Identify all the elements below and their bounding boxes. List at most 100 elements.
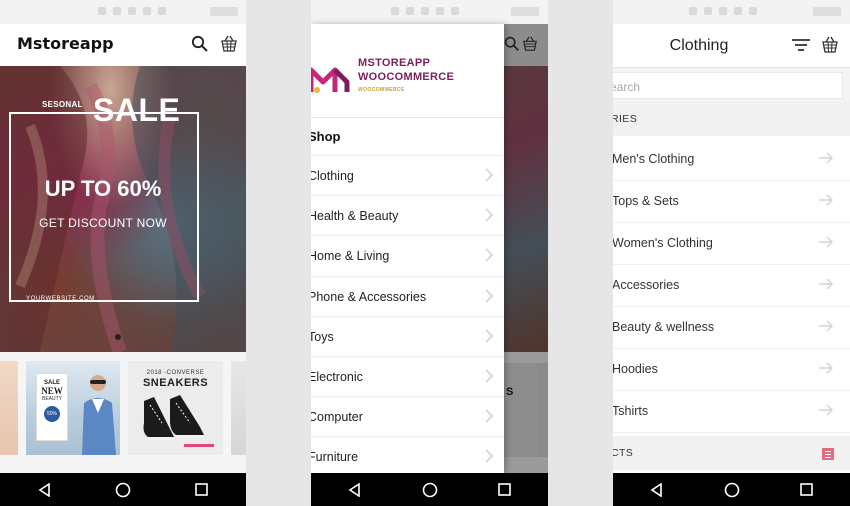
sneakers-accent-bar	[184, 444, 214, 447]
promo-card-line3: BEAUTY	[41, 396, 62, 402]
search-icon[interactable]	[191, 35, 209, 58]
hero-website: YOURWEBSITE.COM	[26, 296, 95, 302]
drawer-item-furniture[interactable]: Furniture	[311, 436, 504, 476]
search-input[interactable]: earch	[613, 72, 843, 99]
subcategory-label: Tops & Sets	[613, 194, 679, 208]
home-nav-icon[interactable]	[105, 476, 141, 504]
drawer-item-home-living[interactable]: Home & Living	[311, 235, 504, 275]
categories-section-header: RIES	[613, 102, 850, 136]
system-nav-bar	[311, 473, 548, 506]
status-bar	[311, 0, 548, 24]
products-section-header: CTS	[613, 436, 850, 470]
phone-navigation-drawer: S MSTOREAPP WOOCOMMERCE WOOCOMMERCE Shop…	[311, 0, 548, 506]
app-bar: Clothing	[613, 24, 850, 68]
chevron-right-icon	[485, 449, 494, 463]
recents-nav-icon[interactable]	[183, 476, 219, 504]
recents-nav-icon[interactable]	[487, 476, 523, 504]
promo-card-badge: 50%	[44, 406, 60, 422]
status-icons	[689, 7, 757, 17]
status-clock	[813, 7, 841, 16]
dimmed-thumb: S	[504, 363, 538, 457]
drawer-item-label: Toys	[311, 329, 334, 344]
recents-nav-icon[interactable]	[789, 476, 825, 504]
status-clock	[511, 7, 539, 16]
back-nav-icon[interactable]	[27, 476, 63, 504]
promo-thumb-partial-right[interactable]	[231, 361, 246, 455]
drawer-item-label: Phone & Accessories	[311, 289, 427, 304]
sneakers-year: 2018 -CONVERSE	[146, 370, 205, 376]
chevron-right-icon	[485, 289, 494, 303]
promo-thumb-new-beauty[interactable]: SALE NEW BEAUTY 50%	[26, 361, 120, 455]
drawer-item-label: Electronic	[311, 369, 363, 384]
system-nav-bar	[0, 473, 246, 506]
list-view-icon[interactable]	[822, 448, 834, 460]
drawer-item-label: Computer	[311, 410, 363, 425]
hero-banner[interactable]: SESONAL SALE UP TO 60% GET DISCOUNT NOW …	[0, 66, 246, 352]
arrow-right-icon	[819, 320, 834, 332]
subcategory-item-womens-clothing[interactable]: Women's Clothing	[613, 223, 850, 265]
arrow-right-icon	[819, 362, 834, 374]
drawer-item-electronic[interactable]: Electronic	[311, 355, 504, 396]
home-nav-icon[interactable]	[714, 476, 750, 504]
drawer-item-label: Home & Living	[311, 249, 390, 264]
drawer-item-clothing[interactable]: Clothing	[311, 155, 504, 195]
subcategory-item-mens-clothing[interactable]: Men's Clothing	[613, 139, 850, 181]
arrow-right-icon	[819, 236, 834, 248]
app-bar: Mstoreapp	[0, 24, 246, 66]
subcategory-label: Hoodies	[613, 362, 658, 376]
status-clock	[210, 7, 238, 16]
hero-sale-label: SALE	[93, 92, 181, 128]
hero-seasonal-label: SESONAL	[42, 100, 83, 109]
subcategory-item-accessories[interactable]: Accessories	[613, 265, 850, 307]
chevron-right-icon	[485, 369, 494, 383]
carousel-dot[interactable]	[115, 334, 121, 340]
brand-name-line2: WOOCOMMERCE	[358, 71, 455, 83]
categories-header-text: RIES	[613, 113, 638, 125]
sneakers-title: SNEAKERS	[142, 377, 209, 389]
arrow-right-icon	[819, 152, 834, 164]
subcategory-item-tops-sets[interactable]: Tops & Sets	[613, 181, 850, 223]
subcategory-item-hoodies[interactable]: Hoodies	[613, 349, 850, 391]
cart-icon[interactable]	[219, 35, 239, 58]
back-nav-icon[interactable]	[639, 476, 675, 504]
status-bar	[0, 0, 246, 24]
hero-headline: UP TO 60%	[44, 176, 162, 201]
back-nav-icon[interactable]	[337, 476, 373, 504]
dimmed-thumb-edge	[538, 363, 548, 457]
drawer-item-toys[interactable]: Toys	[311, 315, 504, 356]
hero-frame	[9, 112, 199, 302]
drawer-item-phone-accessories[interactable]: Phone & Accessories	[311, 275, 504, 316]
dimmed-thumb-text: S	[506, 386, 514, 398]
status-bar	[613, 0, 850, 24]
subcategory-list: Men's Clothing Tops & Sets Women's Cloth…	[613, 139, 850, 433]
subcategory-label: Accessories	[613, 278, 680, 292]
app-title: Mstoreapp	[17, 34, 114, 53]
chevron-right-icon	[485, 329, 494, 343]
cart-icon[interactable]	[820, 36, 840, 59]
hero-cta: GET DISCOUNT NOW	[39, 216, 167, 230]
home-nav-icon[interactable]	[412, 476, 448, 504]
filter-icon[interactable]	[792, 38, 810, 57]
arrow-right-icon	[819, 194, 834, 206]
drawer-item-health-beauty[interactable]: Health & Beauty	[311, 195, 504, 235]
status-icons	[98, 7, 166, 17]
brand-tagline: WOOCOMMERCE	[358, 87, 405, 93]
drawer-header: MSTOREAPP WOOCOMMERCE WOOCOMMERCE	[311, 24, 504, 118]
subcategory-item-tshirts[interactable]: Tshirts	[613, 391, 850, 433]
arrow-right-icon	[819, 404, 834, 416]
chevron-right-icon	[485, 208, 494, 222]
subcategory-item-beauty-wellness[interactable]: Beauty & wellness	[613, 307, 850, 349]
subcategory-label: Beauty & wellness	[613, 320, 715, 334]
search-placeholder: earch	[613, 80, 641, 94]
promo-thumb-sneakers[interactable]: 2018 -CONVERSE SNEAKERS	[128, 361, 223, 455]
phone-category-screen: Clothing earch RIES Men's Clothing Tops …	[613, 0, 850, 506]
search-icon	[504, 36, 520, 57]
brand-logo-icon	[311, 67, 350, 93]
drawer-item-label: Health & Beauty	[311, 209, 399, 224]
system-nav-bar	[613, 473, 850, 506]
drawer-item-computer[interactable]: Computer	[311, 396, 504, 436]
promo-thumbnails: SALE NEW BEAUTY 50% 2018 -CONVERSE SNEAK…	[0, 352, 246, 473]
phone-home-screen: Mstoreapp SESONAL SALE UP TO 60% GET DIS…	[0, 0, 246, 506]
drawer-category-list: Clothing Health & Beauty Home & Living P…	[311, 155, 504, 477]
promo-thumb-partial-left[interactable]	[0, 361, 18, 455]
